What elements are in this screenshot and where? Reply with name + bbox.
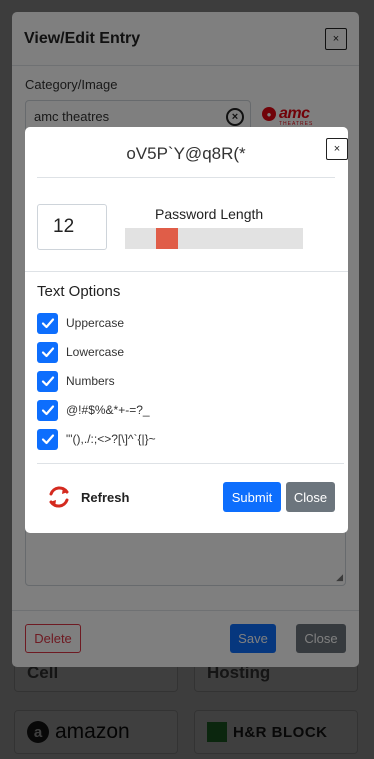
password-length-label: Password Length <box>155 206 264 222</box>
generated-password: oV5P`Y@q8R(* <box>126 144 246 163</box>
option-punctuation[interactable]: "'(),./:;<>?[\]^`{|}~ <box>37 428 156 450</box>
checkbox-numbers[interactable] <box>37 370 58 392</box>
password-close-button[interactable]: Close <box>286 482 335 512</box>
check-icon <box>41 347 54 358</box>
check-icon <box>41 318 54 329</box>
option-numbers[interactable]: Numbers <box>37 370 115 392</box>
option-lowercase[interactable]: Lowercase <box>37 341 125 363</box>
password-generator-modal: oV5P`Y@q8R(* × 12 Password Length Text O… <box>25 127 348 533</box>
password-length-value: 12 <box>53 216 75 237</box>
option-uppercase[interactable]: Uppercase <box>37 312 125 334</box>
password-length-input[interactable]: 12 <box>37 204 107 250</box>
refresh-icon <box>49 486 69 508</box>
text-options-title: Text Options <box>37 283 121 300</box>
option-symbols[interactable]: @!#$%&*+-=?_ <box>37 399 150 421</box>
option-label: Uppercase <box>66 316 125 330</box>
option-label: Numbers <box>66 374 115 388</box>
submit-button[interactable]: Submit <box>223 482 281 512</box>
footer-divider <box>37 463 344 464</box>
checkbox-punctuation[interactable] <box>37 428 58 450</box>
password-modal-header: oV5P`Y@q8R(* × <box>37 127 348 178</box>
password-modal-close-icon[interactable]: × <box>326 138 348 160</box>
option-label: Lowercase <box>66 345 125 359</box>
checkbox-uppercase[interactable] <box>37 312 58 334</box>
check-icon <box>41 405 54 416</box>
refresh-button[interactable]: Refresh <box>45 483 129 511</box>
checkbox-symbols[interactable] <box>37 399 58 421</box>
section-divider <box>25 271 348 272</box>
checkbox-lowercase[interactable] <box>37 341 58 363</box>
option-label: "'(),./:;<>?[\]^`{|}~ <box>66 432 156 446</box>
password-length-slider-thumb[interactable] <box>156 228 178 249</box>
check-icon <box>41 434 54 445</box>
refresh-label: Refresh <box>81 489 130 505</box>
check-icon <box>41 376 54 387</box>
option-label: @!#$%&*+-=?_ <box>66 403 150 417</box>
password-length-slider[interactable] <box>125 228 303 249</box>
